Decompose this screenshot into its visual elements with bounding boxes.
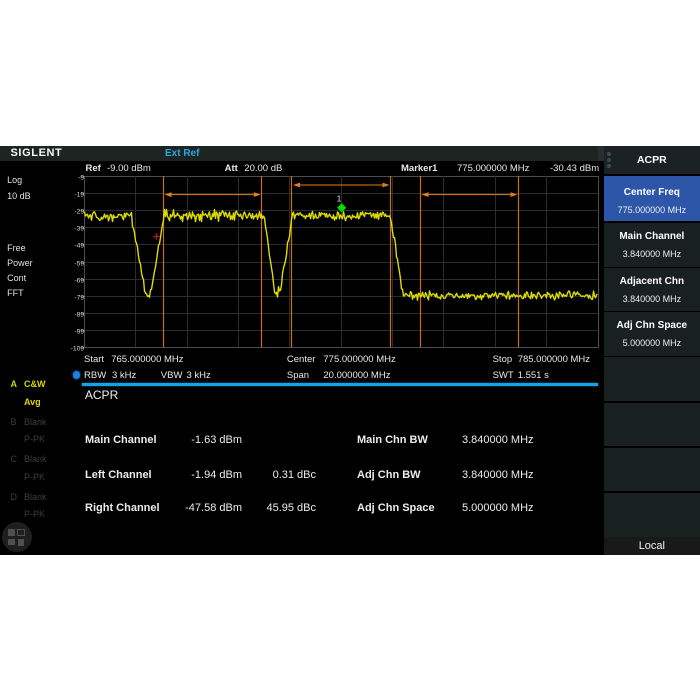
svg-text:-19: -19 (74, 192, 84, 199)
svg-text:-69: -69 (74, 278, 84, 285)
svg-text:-49: -49 (74, 243, 84, 250)
svg-text:-29: -29 (74, 209, 84, 216)
svg-text:-99: -99 (74, 329, 84, 336)
svg-text:-59: -59 (74, 261, 84, 268)
svg-text:-79: -79 (74, 295, 84, 302)
svg-text:-9: -9 (78, 175, 84, 182)
svg-text:1: 1 (337, 194, 342, 204)
svg-text:-39: -39 (74, 226, 84, 233)
svg-text:-109: -109 (71, 346, 85, 353)
svg-text:-89: -89 (74, 312, 84, 319)
